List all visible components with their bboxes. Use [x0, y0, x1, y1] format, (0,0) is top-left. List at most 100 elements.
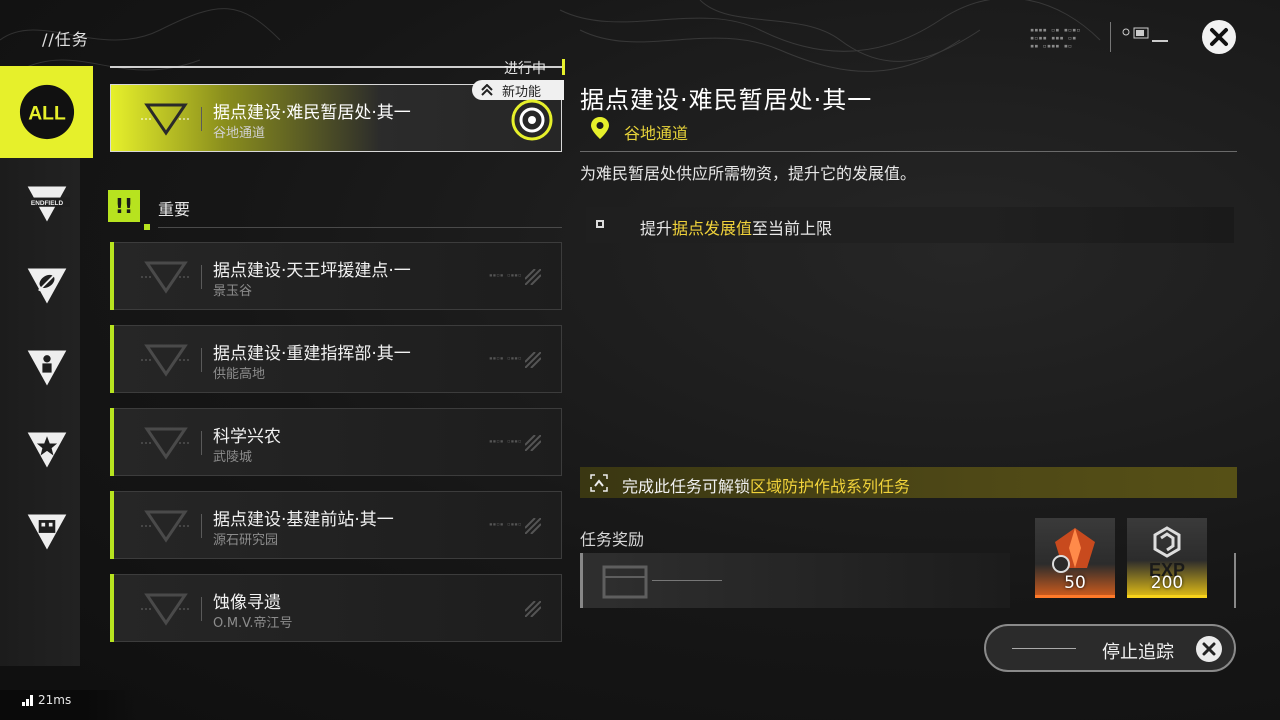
- stop-tracking-label: 停止追踪: [1102, 642, 1174, 663]
- section-rule: [158, 227, 562, 228]
- unlock-chevron-icon: [590, 474, 608, 492]
- card-divider: [201, 514, 202, 538]
- decorative-code: ▪▪▫▪ ▫▪▪▫: [489, 355, 522, 362]
- quest-card[interactable]: 据点建设·天王坪援建点·一 景玉谷 ▪▪▫▪ ▫▪▪▫: [110, 242, 562, 310]
- quest-location: 源石研究园: [213, 533, 279, 548]
- signal-icon: [22, 695, 33, 706]
- star-icon: [27, 432, 66, 468]
- objective-highlight: 据点发展值: [672, 219, 753, 238]
- card-divider: [201, 107, 202, 131]
- hatch-icon: [525, 601, 541, 617]
- page-title: //任务: [42, 30, 89, 49]
- building-icon: [27, 514, 66, 550]
- objective-suffix: 至当前上限: [752, 219, 833, 238]
- reward-quantity: 200: [1150, 573, 1184, 593]
- card-divider: [201, 597, 202, 621]
- quest-logo-icon: [141, 510, 191, 543]
- svg-text:ALL: ALL: [28, 104, 66, 125]
- quest-card[interactable]: 科学兴农 武陵城 ▪▪▫▪ ▫▪▪▫: [110, 408, 562, 476]
- section-label: 重要: [158, 200, 191, 219]
- rail-item-star[interactable]: [0, 404, 93, 496]
- crystal-icon: [1052, 528, 1095, 573]
- reward-arrow: [652, 580, 722, 581]
- quest-location: O.M.V.帝江号: [213, 616, 293, 631]
- reward-strip-edge: [580, 553, 583, 608]
- hatch-icon: [525, 352, 541, 368]
- detail-rule: [580, 151, 1237, 152]
- quest-location: 谷地通道: [213, 126, 266, 141]
- double-chevron-up-icon: [481, 84, 493, 96]
- in-progress-label: 进行中: [504, 61, 546, 77]
- quest-location: 供能高地: [213, 367, 266, 382]
- leaf-icon: [27, 268, 66, 304]
- rail-item-leaf[interactable]: [0, 240, 93, 332]
- card-accent-bar: [110, 325, 114, 393]
- detail-location: 谷地通道: [624, 124, 689, 143]
- detail-description: 为难民暂居处供应所需物资，提升它的发展值。: [580, 164, 917, 183]
- decorative-code: ▪▪▫▪ ▫▪▪▫: [489, 438, 522, 445]
- exp-reward[interactable]: EXP 200: [1127, 518, 1207, 598]
- objective-prefix: 提升: [640, 219, 673, 238]
- quest-title: 据点建设·基建前站·其一: [213, 510, 394, 530]
- quest-card[interactable]: 据点建设·基建前站·其一 源石研究园 ▪▪▫▪ ▫▪▪▫: [110, 491, 562, 559]
- rail-item-person[interactable]: [0, 322, 93, 414]
- quest-logo-icon: [141, 103, 191, 136]
- endfield-icon: ENDFIELD: [23, 186, 70, 222]
- quest-logo-icon: [141, 427, 191, 460]
- objective-checkbox-icon: [596, 220, 604, 228]
- reward-label: 任务奖励: [580, 530, 645, 549]
- person-icon: [27, 350, 66, 386]
- location-pin-icon: [591, 117, 609, 139]
- all-icon: ALL: [19, 84, 74, 140]
- important-icon: !!: [108, 190, 140, 222]
- card-divider: [201, 348, 202, 372]
- unlock-highlight: 区域防护作战系列任务: [750, 477, 911, 496]
- new-feature-badge: 新功能: [472, 80, 564, 100]
- crate-icon: [602, 565, 648, 599]
- section-dot: [144, 224, 150, 230]
- quest-card[interactable]: 据点建设·重建指挥部·其一 供能高地 ▪▪▫▪ ▫▪▪▫: [110, 325, 562, 393]
- unlock-prefix: 完成此任务可解锁: [622, 477, 751, 496]
- hatch-icon: [525, 518, 541, 534]
- rail-item-building[interactable]: [0, 486, 93, 578]
- quest-location: 武陵城: [213, 450, 253, 465]
- card-accent-bar: [110, 242, 114, 310]
- decorative-window-icon: [1122, 27, 1168, 42]
- in-progress-marker: [562, 59, 565, 75]
- crystal-reward[interactable]: 50: [1035, 518, 1115, 598]
- quest-card[interactable]: 蚀像寻遗 O.M.V.帝江号: [110, 574, 562, 642]
- decorative-code: ▪▪▫▪ ▫▪▪▫: [489, 521, 522, 528]
- card-accent-bar: [110, 408, 114, 476]
- tracking-target-icon[interactable]: [510, 98, 554, 142]
- reward-strip: [580, 553, 1010, 608]
- list-top-rule: [110, 66, 562, 68]
- stop-tracking-button[interactable]: 停止追踪: [984, 624, 1236, 672]
- rail-item-all[interactable]: ALL: [0, 66, 93, 158]
- card-accent-bar: [110, 574, 114, 642]
- objective-text: 提升据点发展值至当前上限: [640, 215, 832, 239]
- quest-title: 据点建设·天王坪援建点·一: [213, 261, 411, 281]
- ping-readout: 21ms: [38, 693, 72, 707]
- card-divider: [201, 431, 202, 455]
- card-divider: [201, 265, 202, 289]
- quest-logo-icon: [141, 593, 191, 626]
- close-circle-icon: [1196, 636, 1222, 662]
- quest-title: 据点建设·难民暂居处·其一: [213, 103, 411, 123]
- svg-text:ENDFIELD: ENDFIELD: [30, 200, 63, 207]
- new-feature-label: 新功能: [502, 84, 542, 100]
- header-divider: [1110, 22, 1111, 52]
- rail-item-endfield[interactable]: ENDFIELD: [0, 158, 93, 250]
- button-line: [1012, 648, 1076, 649]
- reward-strip-end: [1234, 553, 1236, 608]
- close-icon: [1210, 28, 1228, 46]
- quest-title: 科学兴农: [213, 427, 281, 447]
- quest-logo-icon: [141, 344, 191, 377]
- hatch-icon: [525, 269, 541, 285]
- exp-icon: [1153, 526, 1181, 558]
- hatch-icon: [525, 435, 541, 451]
- quest-title: 据点建设·重建指挥部·其一: [213, 344, 411, 364]
- topographic-decoration: [0, 0, 1101, 72]
- decorative-code: ▪▪▫▪ ▫▪▪▫: [489, 272, 522, 279]
- close-button[interactable]: [1202, 20, 1236, 54]
- unlock-text: 完成此任务可解锁区域防护作战系列任务: [622, 473, 910, 497]
